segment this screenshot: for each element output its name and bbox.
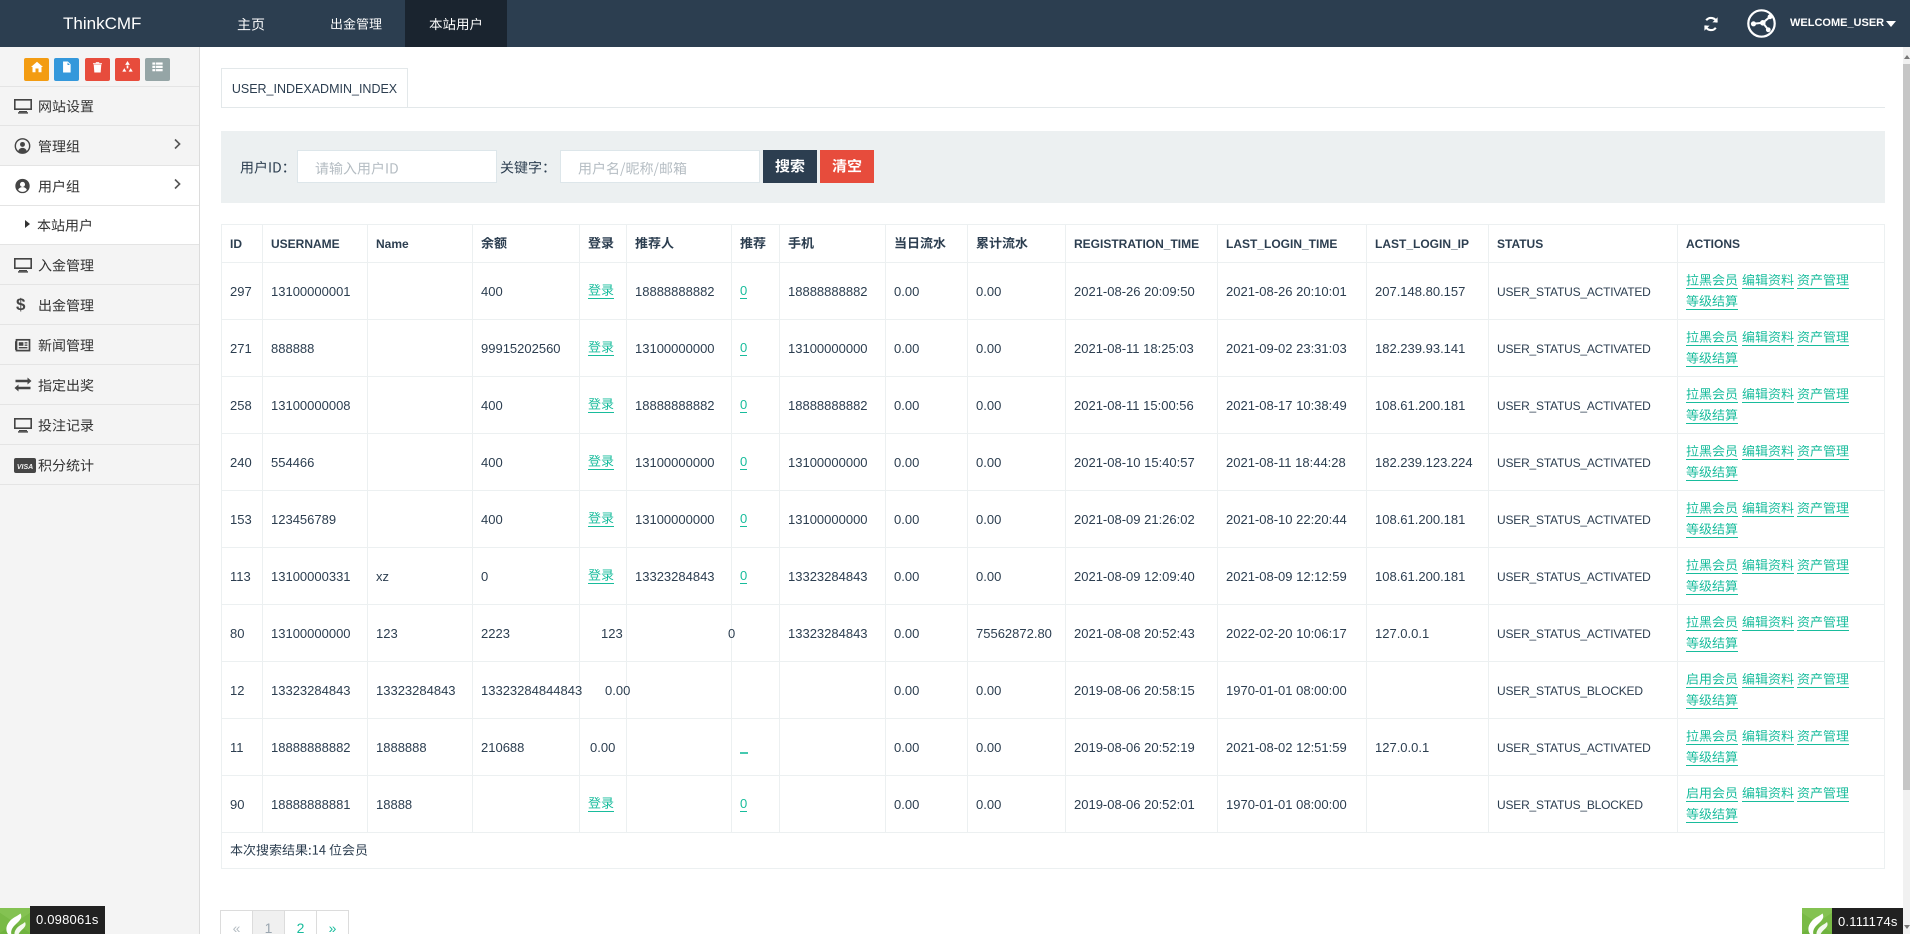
svg-text:VISA: VISA bbox=[17, 464, 33, 471]
